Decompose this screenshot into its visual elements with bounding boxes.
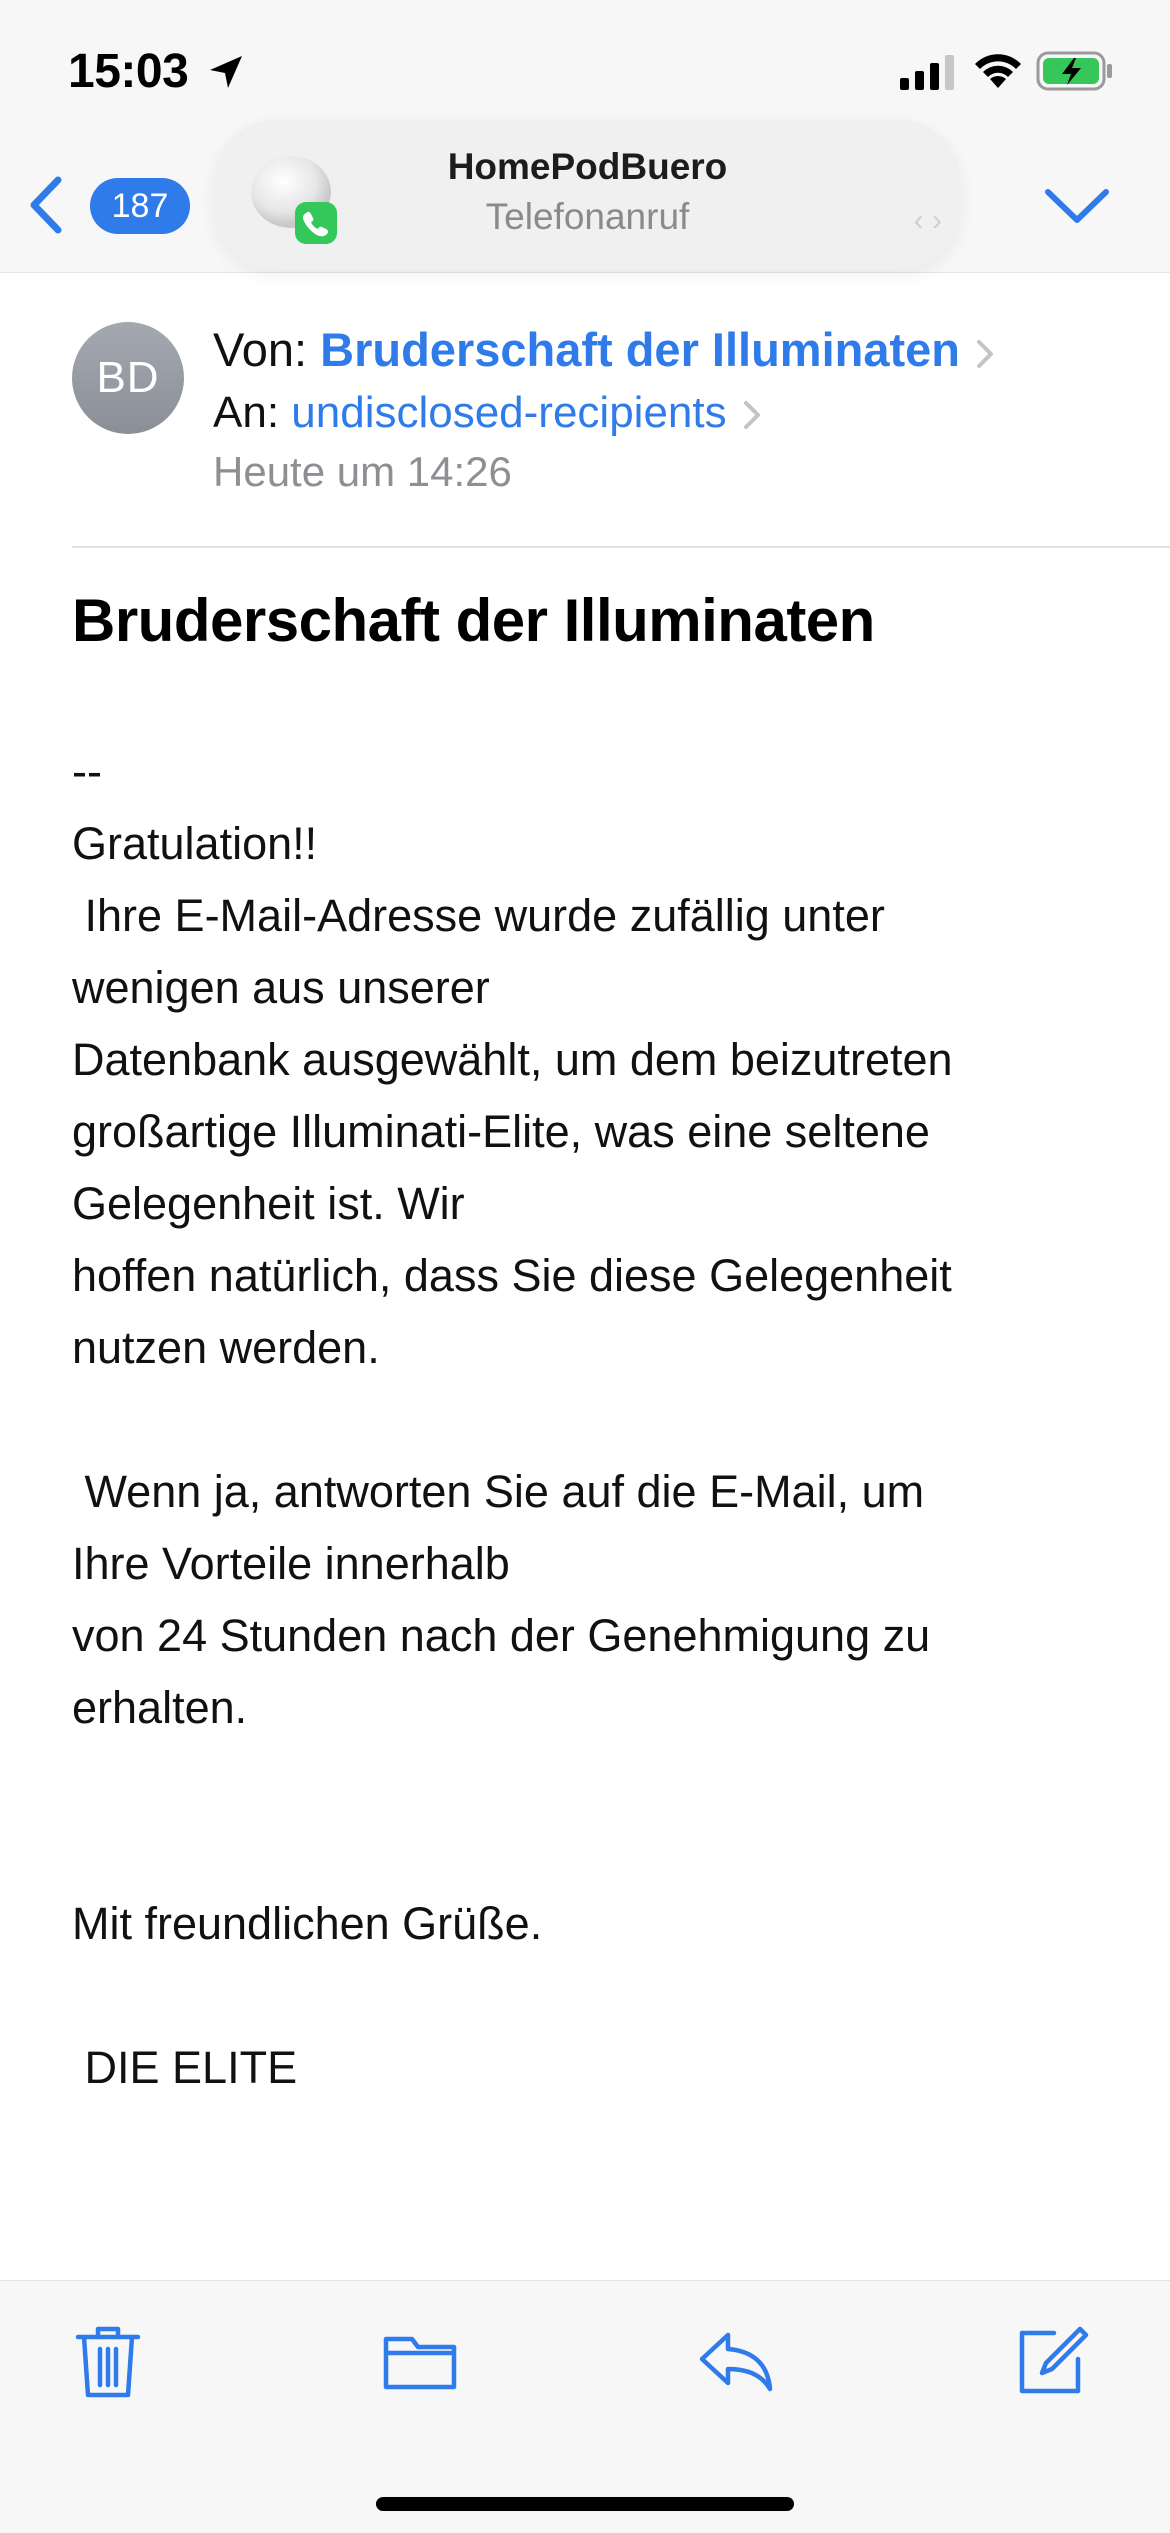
from-row[interactable]: Von: Bruderschaft der Illuminaten: [213, 322, 996, 377]
header-divider: [72, 546, 1170, 548]
trash-icon[interactable]: [68, 2321, 148, 2401]
reply-icon[interactable]: [696, 2321, 776, 2401]
sender-name[interactable]: Bruderschaft der Illuminaten: [320, 323, 960, 376]
call-title: HomePodBuero: [447, 146, 728, 187]
cellular-signal-icon: [900, 55, 954, 90]
to-label: An:: [213, 388, 280, 437]
compose-icon[interactable]: [1010, 2321, 1090, 2401]
location-arrow-icon: [210, 56, 242, 88]
back-button[interactable]: [18, 170, 74, 240]
unread-count-badge[interactable]: 187: [90, 178, 190, 234]
next-message-button[interactable]: [1040, 180, 1114, 230]
call-banner-indicator: ‹ ›: [913, 204, 942, 237]
sender-avatar[interactable]: BD: [72, 322, 184, 434]
call-banner[interactable]: HomePodBuero Telefonanruf ‹ ›: [215, 120, 960, 270]
message-date: Heute um 14:26: [213, 448, 512, 495]
wifi-icon: [975, 54, 1021, 88]
message-body: -- Gratulation!! Ihre E-Mail-Adresse wur…: [72, 746, 953, 2093]
chevron-right-icon: [743, 401, 760, 430]
message-subject: Bruderschaft der Illuminaten: [72, 587, 875, 654]
from-label: Von:: [213, 323, 308, 376]
call-subtitle: Telefonanruf: [485, 196, 690, 237]
home-indicator: [376, 2497, 794, 2511]
to-row[interactable]: An: undisclosed-recipients: [213, 388, 763, 438]
recipient-name[interactable]: undisclosed-recipients: [291, 388, 726, 437]
chevron-right-icon: [977, 339, 994, 368]
status-time: 15:03: [68, 45, 189, 98]
battery-charging-icon: [1036, 51, 1112, 91]
folder-icon[interactable]: [380, 2321, 460, 2401]
bottom-toolbar: [0, 2280, 1170, 2533]
